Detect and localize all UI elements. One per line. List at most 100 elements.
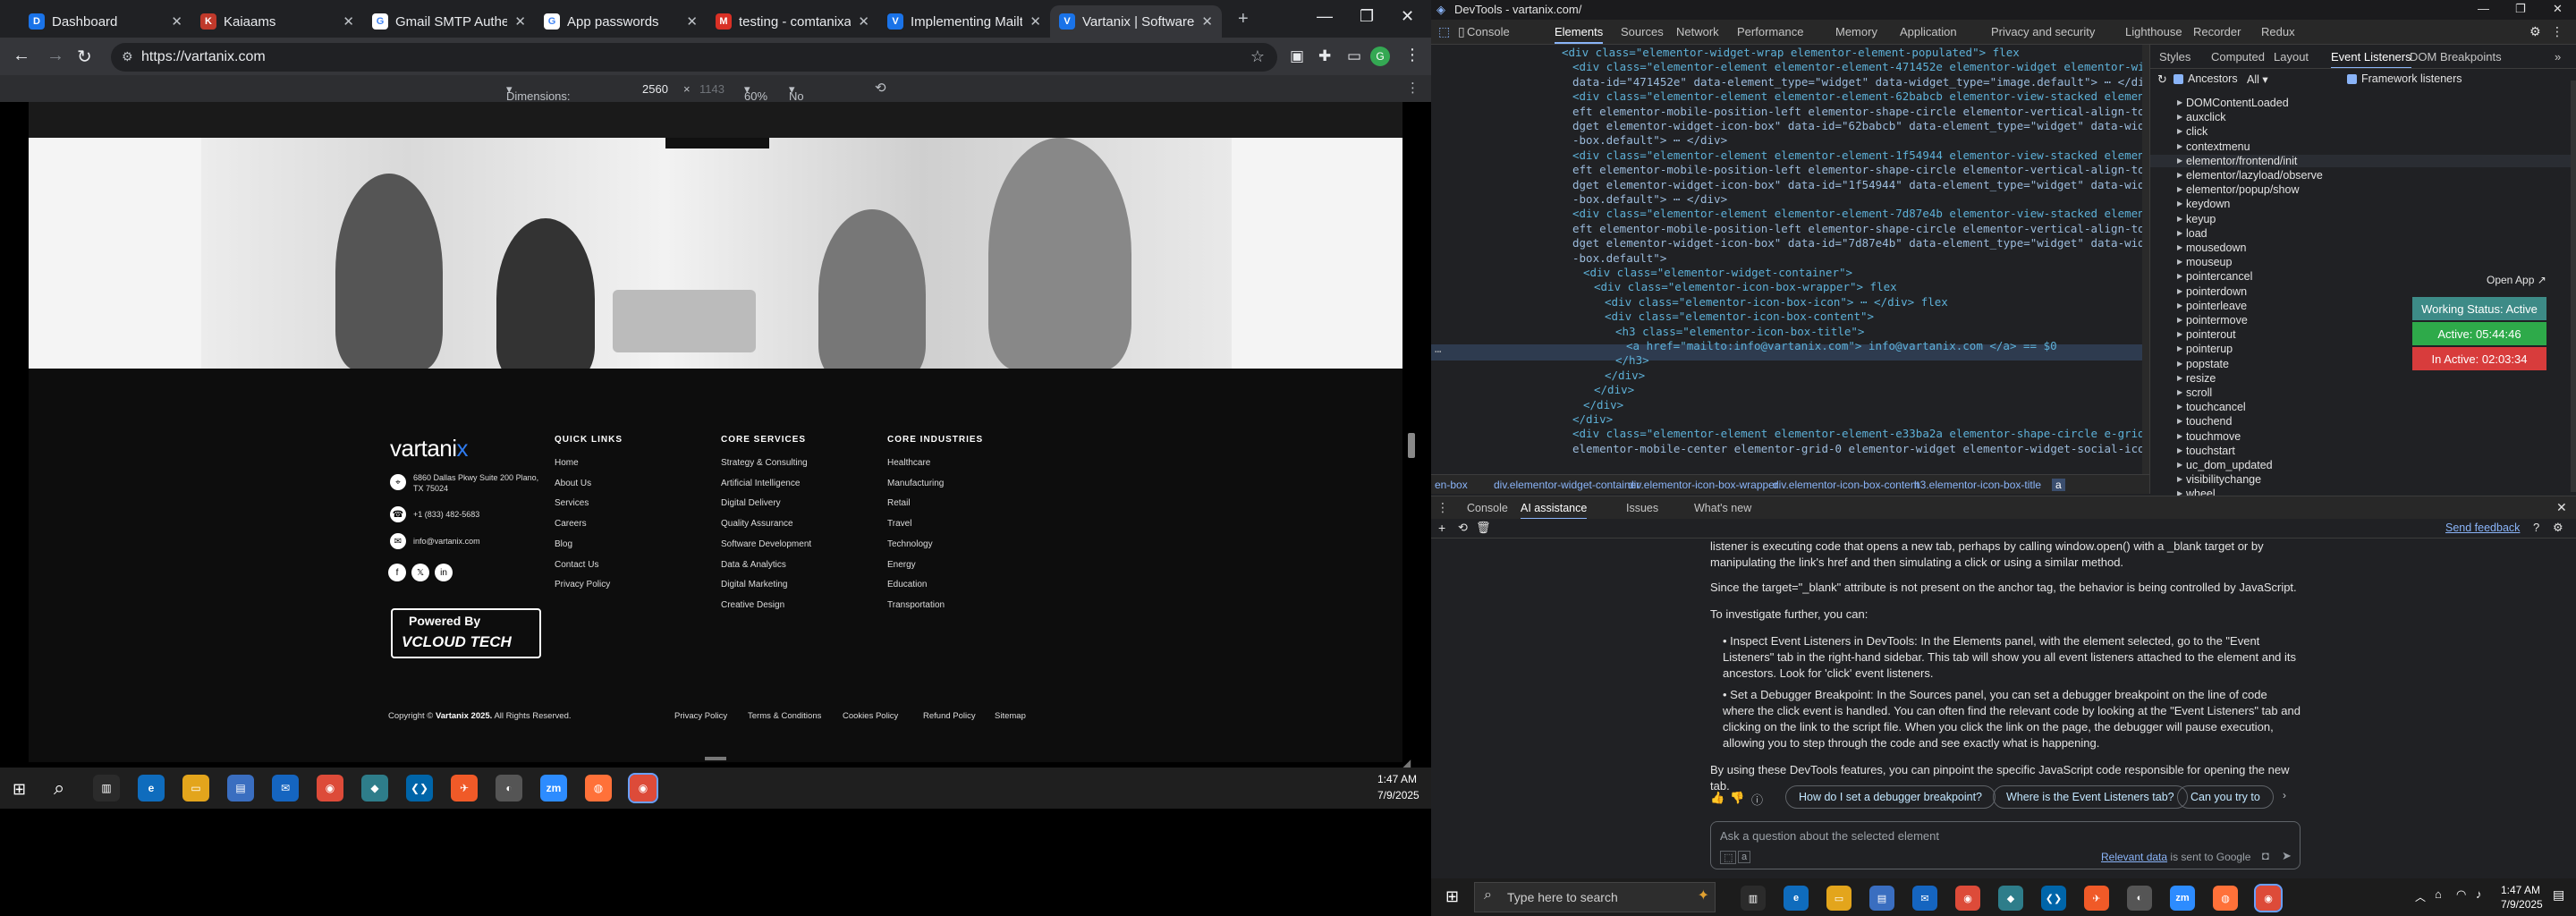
new-tab-icon[interactable]: + [1238,9,1249,30]
forward-icon[interactable]: → [47,46,64,66]
x-twitter-icon[interactable]: 𝕏 [411,564,429,581]
expand-triangle-icon[interactable]: ▶ [2177,403,2182,411]
dom-node-line[interactable]: eft elementor-mobile-position-left eleme… [1572,163,2149,176]
thumbs-up-icon[interactable]: 👍 [1710,791,1724,805]
event-listener-item[interactable]: ▶ pointermove [2177,314,2248,327]
expand-triangle-icon[interactable]: ▶ [2177,113,2182,121]
context-chip-icon[interactable]: a [1738,851,1751,863]
ai-settings-icon[interactable]: ⚙ [2553,521,2563,535]
zoom-app-icon[interactable]: zm [540,775,567,802]
expand-triangle-icon[interactable]: ▶ [2177,272,2182,280]
event-listener-item[interactable]: ▶ elementor/frontend/init [2150,154,2571,167]
expand-triangle-icon[interactable]: ▶ [2177,388,2182,396]
minimize-icon[interactable]: — [2478,2,2489,15]
dom-node-line[interactable]: elementor-mobile-center elementor-grid-0… [1572,442,2149,455]
help-icon[interactable]: ? [2533,521,2539,534]
breadcrumb-item[interactable]: div.elementor-icon-box-wrapper [1628,479,1778,491]
footer-link[interactable]: Services [555,498,589,508]
maximize-icon[interactable]: ❐ [2515,2,2526,16]
footer-link[interactable]: Artificial Intelligence [721,479,800,488]
devtools-tab-console[interactable]: Console [1467,25,1510,38]
expand-triangle-icon[interactable]: ▶ [2177,157,2182,165]
close-tab-icon[interactable]: ✕ [171,13,182,30]
bottom-link[interactable]: Cookies Policy [843,711,898,721]
bookmark-star-icon[interactable]: ☆ [1250,47,1265,66]
expand-triangle-icon[interactable]: ▶ [2177,330,2182,338]
devtools-tab-redux[interactable]: Redux [2261,25,2295,38]
app-icon[interactable]: ◐ [2127,886,2152,911]
mail-icon[interactable]: ✉ [1912,886,1937,911]
footer-link[interactable]: Quality Assurance [721,519,793,529]
taskbar-search[interactable]: ⌕ Type here to search ✦ [1474,882,1716,912]
event-listener-item[interactable]: ▶ popstate [2177,358,2229,370]
event-listener-item[interactable]: ▶ load [2177,227,2207,240]
minimize-icon[interactable]: — [1317,7,1333,26]
event-listener-item[interactable]: ▶ touchmove [2177,430,2241,443]
footer-link[interactable]: Privacy Policy [555,580,610,589]
footer-link[interactable]: Data & Analytics [721,560,786,570]
expand-triangle-icon[interactable]: ▶ [2177,258,2182,266]
drawer-tab-console[interactable]: Console [1467,502,1508,514]
devtools-tab-privacy-and-security[interactable]: Privacy and security [1991,25,2095,38]
close-tab-icon[interactable]: ✕ [343,13,354,30]
open-app-link[interactable]: Open App ↗ [2487,274,2546,286]
devtools-tab-elements[interactable]: Elements [1555,25,1604,44]
extension-icon[interactable]: ▣ [1290,47,1304,65]
address-bar[interactable]: ⚙ https://vartanix.com ☆ [111,43,1277,72]
event-listener-item[interactable]: ▶ visibilitychange [2177,473,2261,486]
devtools-tab-sources[interactable]: Sources [1621,25,1664,38]
expand-triangle-icon[interactable]: ▶ [2177,374,2182,382]
expand-triangle-icon[interactable]: ▶ [2177,417,2182,425]
dom-node-line[interactable]: dget elementor-widget-icon-box" data-id=… [1572,236,2149,250]
app-icon[interactable]: ◆ [361,775,388,802]
breadcrumb-item[interactable]: div.elementor-icon-box-content [1773,479,1919,491]
devtools-tab-recorder[interactable]: Recorder [2193,25,2241,38]
expand-triangle-icon[interactable]: ▶ [2177,301,2182,310]
event-listener-item[interactable]: ▶ keydown [2177,198,2230,210]
throttling-select[interactable]: No throttling ▾ [789,82,834,116]
dom-node-line[interactable]: -box.default"> ⋯ </div> [1572,133,1727,147]
devtools-tab-lighthouse[interactable]: Lighthouse [2125,25,2182,38]
chrome-icon[interactable]: ◉ [1955,886,1980,911]
footer-link[interactable]: Retail [887,498,911,508]
breadcrumb-item[interactable]: div.elementor-widget-container [1494,479,1640,491]
windows-start-icon[interactable]: ⊞ [1445,887,1459,906]
dom-node-line[interactable]: <a href="mailto:info@vartanix.com"> info… [1626,339,2057,352]
volume-icon[interactable]: ♪ [2476,887,2482,901]
footer-link[interactable]: Energy [887,560,916,570]
expand-triangle-icon[interactable]: ▶ [2177,142,2182,150]
drawer-tab-issues[interactable]: Issues [1626,502,1658,514]
footer-link[interactable]: Healthcare [887,458,930,468]
back-icon[interactable]: ← [13,46,30,66]
rotate-icon[interactable]: ⟲ [875,80,886,96]
devtools-tab-performance[interactable]: Performance [1737,25,1803,38]
close-tab-icon[interactable]: ✕ [1030,13,1041,30]
tray-chevron-icon[interactable]: ︿ [2415,889,2426,904]
dom-node-line[interactable]: <div class="elementor-element elementor-… [1572,60,2149,73]
drawer-tab-what-s-new[interactable]: What's new [1694,502,1751,514]
dom-node-line[interactable]: </div> [1594,383,1634,396]
elements-scrollbar[interactable] [2142,45,2149,474]
linkedin-icon[interactable]: in [435,564,453,581]
dom-node-line[interactable]: </div> [1583,398,1623,411]
reload-icon[interactable]: ↻ [77,46,92,68]
sidebar-tab-dom-breakpoints[interactable]: DOM Breakpoints [2410,50,2502,64]
footer-email[interactable]: info@vartanix.com [413,537,480,546]
elements-tree[interactable]: <div class="elementor-widget-wrap elemen… [1431,45,2149,474]
dom-node-line[interactable]: </div> [1605,369,1645,382]
expand-triangle-icon[interactable]: ▶ [2177,215,2182,223]
close-window-icon[interactable]: ✕ [2553,2,2563,16]
expand-triangle-icon[interactable]: ▶ [2177,287,2182,295]
footer-link[interactable]: Technology [887,539,933,549]
inspect-icon[interactable]: ⬚ [1438,24,1450,39]
suggestion-chip[interactable]: Can you try to [2177,785,2274,809]
new-chat-icon[interactable]: + [1438,521,1445,535]
tab-dashboard[interactable]: D Dashboard ✕ [20,5,191,38]
tab-gmail-smtp[interactable]: GGmail SMTP Authentic✕ [363,5,535,38]
drawer-tab-ai-assistance[interactable]: AI assistance [1521,502,1588,520]
footer-link[interactable]: Blog [555,539,572,549]
framework-checkbox[interactable] [2347,74,2357,84]
edge-icon[interactable]: e [138,775,165,802]
footer-link[interactable]: Education [887,580,927,589]
file-explorer-icon[interactable]: ▭ [182,775,209,802]
